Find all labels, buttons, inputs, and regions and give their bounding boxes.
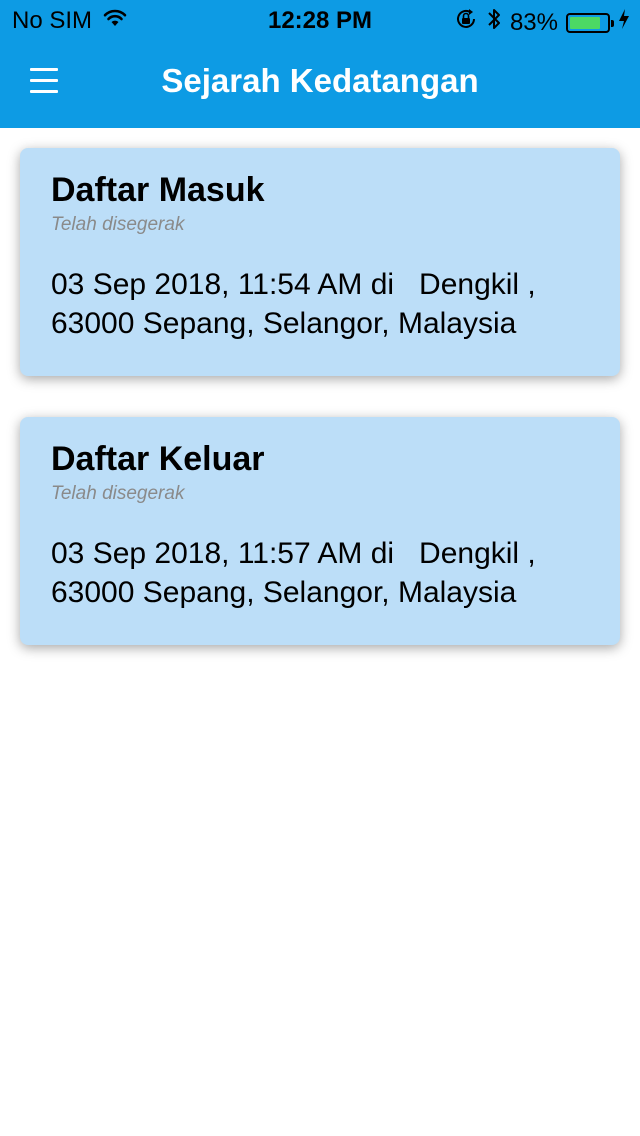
battery-cap [611, 19, 614, 27]
card-detail: 03 Sep 2018, 11:57 AM di Dengkil , 63000… [51, 537, 545, 609]
card-title: Daftar Masuk [51, 171, 265, 209]
card-title: Daftar Keluar [51, 440, 265, 478]
orientation-lock-icon [454, 7, 478, 38]
nav-bar: Sejarah Kedatangan [0, 40, 640, 128]
attendance-card-check-out[interactable]: Daftar Keluar Telah disegerak 03 Sep 201… [20, 417, 620, 645]
bluetooth-icon [486, 6, 502, 39]
page-title: Sejarah Kedatangan [161, 62, 479, 99]
sync-status: Telah disegerak [51, 483, 185, 504]
sync-status: Telah disegerak [51, 214, 185, 235]
status-bar-right: 83% [454, 6, 630, 39]
battery-icon [566, 12, 614, 33]
status-bar: No SIM 12:28 PM 83% [0, 0, 640, 40]
attendance-card-check-in[interactable]: Daftar Masuk Telah disegerak 03 Sep 2018… [20, 148, 620, 376]
card-detail: 03 Sep 2018, 11:54 AM di Dengkil , 63000… [51, 268, 545, 340]
charging-bolt-icon [618, 8, 630, 37]
app-header: No SIM 12:28 PM 83% Sejarah Kedatangan [0, 0, 640, 128]
battery-percent: 83% [509, 8, 558, 36]
battery-fill [570, 16, 600, 29]
